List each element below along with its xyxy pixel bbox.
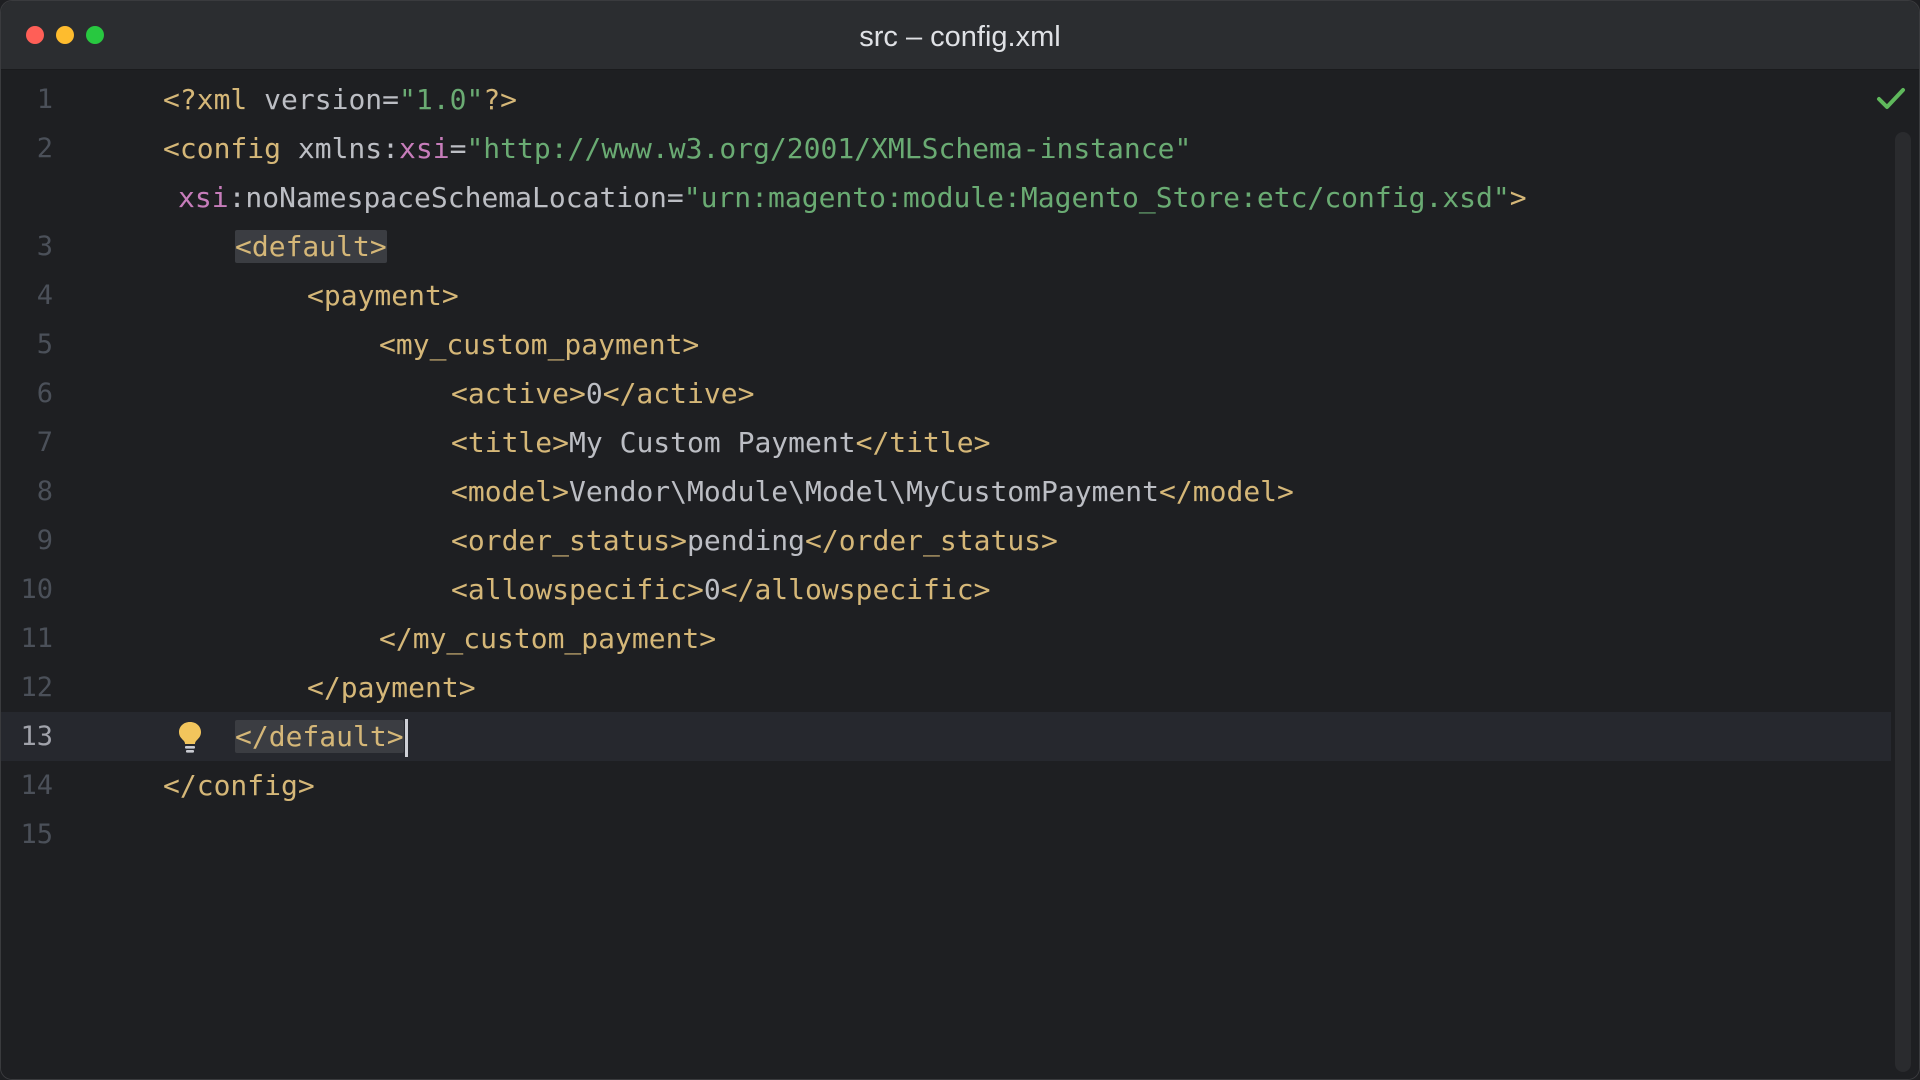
tag-content: Vendor\Module\Model\MyCustomPayment — [569, 475, 1160, 508]
vertical-scrollbar[interactable] — [1895, 132, 1911, 1072]
code-text: <allowspecific>0</allowspecific> — [451, 565, 990, 614]
line-number: 4 — [36, 280, 53, 311]
code-editor[interactable]: 1 <?xml version="1.0"?> 2 <config xmlns:… — [1, 70, 1919, 1079]
attribute-name: xmlns: — [297, 132, 400, 165]
tag-open: <model> — [451, 475, 570, 508]
tag: </config> — [163, 769, 315, 802]
line-number: 5 — [36, 329, 53, 360]
code-line[interactable]: 4 <payment> — [1, 271, 1891, 320]
line-number: 9 — [36, 525, 53, 556]
tag-content: pending — [687, 524, 806, 557]
code-text: <config xmlns:xsi="http://www.w3.org/200… — [163, 124, 1191, 173]
tag-close: </title> — [855, 426, 991, 459]
lightbulb-icon[interactable] — [175, 720, 205, 754]
text-caret — [404, 719, 408, 757]
title-bar: src – config.xml — [1, 1, 1919, 70]
code-text: </my_custom_payment> — [379, 614, 716, 663]
tag: <my_custom_payment> — [379, 328, 700, 361]
line-number: 13 — [20, 721, 53, 752]
namespace-prefix: xsi — [178, 181, 229, 214]
line-number: 8 — [36, 476, 53, 507]
attribute-value: "1.0" — [399, 83, 484, 116]
tag-close: </active> — [602, 377, 755, 410]
line-number: 11 — [20, 623, 53, 654]
code-text: xsi:noNamespaceSchemaLocation="urn:magen… — [178, 173, 1527, 222]
code-text: </default> — [235, 712, 408, 761]
code-line[interactable]: 3 <default> — [1, 222, 1891, 271]
code-text: </payment> — [307, 663, 476, 712]
code-text: <default> — [235, 222, 387, 271]
attribute-value: "urn:magento:module:Magento_Store:etc/co… — [683, 181, 1510, 214]
attribute-name: version= — [264, 83, 400, 116]
tag-content: 0 — [585, 377, 603, 410]
line-number: 12 — [20, 672, 53, 703]
code-line[interactable]: 5 <my_custom_payment> — [1, 320, 1891, 369]
tag-close: </allowspecific> — [720, 573, 991, 606]
tag: </payment> — [307, 671, 476, 704]
line-number: 15 — [20, 819, 53, 850]
editor-window: src – config.xml 1 <?xml version="1.0"?>… — [0, 0, 1920, 1080]
line-number: 10 — [20, 574, 53, 605]
code-line[interactable]: 2 <config xmlns:xsi="http://www.w3.org/2… — [1, 124, 1891, 173]
tag-open: <title> — [451, 426, 570, 459]
line-number: 14 — [20, 770, 53, 801]
code-line[interactable]: 15 — [1, 810, 1891, 859]
tag-open: <order_status> — [451, 524, 688, 557]
code-text: <payment> — [307, 271, 459, 320]
line-number: 3 — [36, 231, 53, 262]
matched-tag: <default> — [235, 230, 387, 263]
code-line[interactable]: 6 <active>0</active> — [1, 369, 1891, 418]
code-text: <?xml version="1.0"?> — [163, 75, 517, 124]
tag-close: </order_status> — [805, 524, 1058, 557]
line-number: 1 — [36, 84, 53, 115]
code-text: <my_custom_payment> — [379, 320, 699, 369]
tag: <payment> — [307, 279, 459, 312]
code-line[interactable]: 8 <model>Vendor\Module\Model\MyCustomPay… — [1, 467, 1891, 516]
code-text: </config> — [163, 761, 315, 810]
window-title: src – config.xml — [859, 21, 1061, 53]
code-line[interactable]: 7 <title>My Custom Payment</title> — [1, 418, 1891, 467]
tag-content: 0 — [703, 573, 721, 606]
code-text: <order_status>pending</order_status> — [451, 516, 1058, 565]
attribute-value: "http://www.w3.org/2001/XMLSchema-instan… — [466, 132, 1192, 165]
xml-declaration-close: ?> — [483, 83, 518, 116]
tag-content: My Custom Payment — [569, 426, 856, 459]
code-line[interactable]: 14 </config> — [1, 761, 1891, 810]
line-number — [1, 173, 53, 222]
code-line[interactable]: 12 </payment> — [1, 663, 1891, 712]
code-line-wrapped[interactable]: xsi:noNamespaceSchemaLocation="urn:magen… — [1, 173, 1891, 222]
xml-declaration-open: <?xml — [163, 83, 265, 116]
attribute-name: :noNamespaceSchemaLocation= — [228, 181, 684, 214]
attribute-equals: = — [449, 132, 467, 165]
matched-tag: </default> — [235, 720, 404, 753]
namespace-prefix: xsi — [399, 132, 450, 165]
tag-close: > — [1509, 181, 1527, 214]
line-number: 7 — [36, 427, 53, 458]
code-text: <model>Vendor\Module\Model\MyCustomPayme… — [451, 467, 1294, 516]
tag-close: </model> — [1159, 475, 1294, 508]
tag-open: <allowspecific> — [451, 573, 704, 606]
line-number: 6 — [36, 378, 53, 409]
code-line[interactable]: 10 <allowspecific>0</allowspecific> — [1, 565, 1891, 614]
tag: </my_custom_payment> — [379, 622, 717, 655]
code-text: <active>0</active> — [451, 369, 754, 418]
code-line[interactable]: 9 <order_status>pending</order_status> — [1, 516, 1891, 565]
line-number: 2 — [36, 133, 53, 164]
code-line[interactable]: 1 <?xml version="1.0"?> — [1, 75, 1891, 124]
code-text: <title>My Custom Payment</title> — [451, 418, 990, 467]
current-code-line[interactable]: 13 </default> — [1, 712, 1891, 761]
tag-open: <active> — [451, 377, 586, 410]
tag-open: <config — [163, 132, 298, 165]
code-line[interactable]: 11 </my_custom_payment> — [1, 614, 1891, 663]
